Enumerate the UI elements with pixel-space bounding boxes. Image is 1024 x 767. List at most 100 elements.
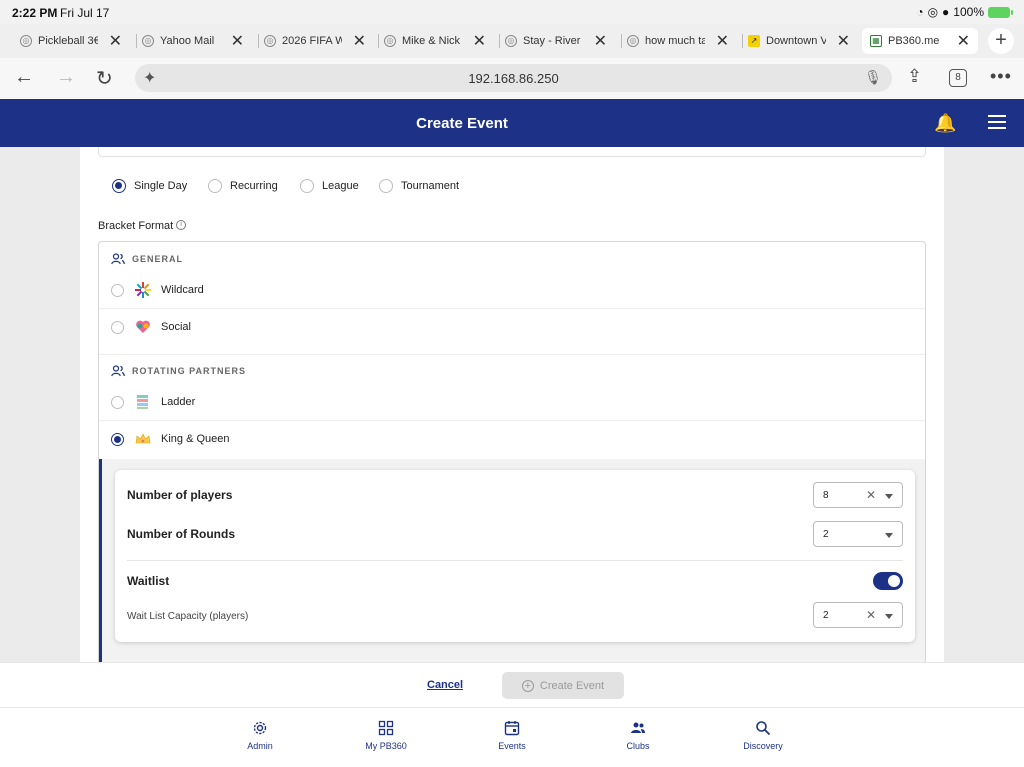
group-header-rotating-partners: ROTATING PARTNERS [111,365,246,377]
bracket-option-ladder[interactable]: Ladder [111,392,195,412]
nav-discovery[interactable]: Discovery [723,720,803,751]
browser-tab-active[interactable]: ▦ PB360.me ✕ [862,28,978,54]
new-tab-button[interactable]: + [988,28,1014,54]
battery-percent: 100% [953,5,984,19]
cancel-button[interactable]: Cancel [427,679,463,691]
tab-title: Downtown V [766,35,826,47]
people-icon [111,365,125,377]
event-type-label: Single Day [134,180,188,192]
bracket-format-text: Bracket Format [98,220,174,232]
globe-icon: ◎ [627,35,639,47]
browser-tab[interactable]: ◎ how much ta ✕ [621,28,729,54]
nav-admin[interactable]: Admin [220,720,300,751]
browser-tab[interactable]: ◎ 2026 FIFA W ✕ [258,28,366,54]
search-icon [756,721,771,736]
nav-label: Clubs [626,741,650,751]
globe-icon: ◎ [264,35,276,47]
option-label: Wildcard [161,284,204,296]
rounds-value: 2 [823,529,829,540]
tab-title: Stay - River [523,35,581,47]
forward-icon[interactable]: → [56,66,76,89]
bracket-option-king-queen[interactable]: King & Queen [111,429,230,449]
tab-title: Pickleball 3€ [38,35,98,47]
share-icon[interactable]: ⇪ [907,66,922,87]
browser-tab[interactable]: ◎ Pickleball 3€ ✕ [20,28,122,54]
microphone-icon[interactable]: 🎙 [864,69,882,86]
radio-selected[interactable] [111,432,124,446]
form-action-bar: Cancel + Create Event [0,662,1024,707]
radio-selected[interactable] [112,179,126,193]
radio[interactable] [111,320,124,334]
close-tab-icon[interactable]: ✕ [594,31,607,51]
waitlist-toggle[interactable] [873,572,903,590]
clear-icon[interactable]: ✕ [866,488,876,502]
chevron-down-icon[interactable] [885,533,893,538]
browser-tab[interactable]: ◎ Stay - River ✕ [499,28,607,54]
close-tab-icon[interactable]: ✕ [716,31,729,51]
nav-my-pb360[interactable]: My PB360 [346,720,426,751]
event-type-single-day[interactable]: Single Day [112,178,187,194]
chevron-down-icon[interactable] [885,614,893,619]
close-tab-icon[interactable]: ✕ [473,31,486,51]
reload-icon[interactable]: ↻ [96,66,113,91]
globe-icon: ◎ [384,35,396,47]
people-icon [631,722,645,733]
bracket-option-social[interactable]: Social [111,317,191,337]
radio[interactable] [300,179,314,193]
waitlist-label: Waitlist [127,574,170,588]
url-field[interactable]: ✦ 192.168.86.250 🎙 [135,64,892,92]
wildcard-icon [135,282,151,298]
status-date: Fri Jul 17 [60,6,110,20]
back-icon[interactable]: ← [14,66,34,89]
previous-field-box [98,147,926,157]
nav-label: Discovery [743,741,783,751]
arrow-icon: ↗ [748,35,760,47]
radio[interactable] [111,395,124,409]
people-icon [111,253,125,265]
close-tab-icon[interactable]: ✕ [353,31,366,51]
radio[interactable] [208,179,222,193]
plus-circle-icon: + [521,679,534,692]
status-right: ◔ ◎ ● 100% [916,5,1013,19]
nav-label: Events [498,741,526,751]
nav-events[interactable]: Events [472,720,552,751]
chevron-down-icon[interactable] [885,494,893,499]
more-icon[interactable]: ••• [990,66,1012,87]
info-icon[interactable]: i [176,220,187,230]
create-event-button[interactable]: + Create Event [502,672,624,699]
url-text: 192.168.86.250 [468,71,559,86]
tab-count-button[interactable]: 8 [949,69,967,87]
browser-tab-bar: ◎ Pickleball 3€ ✕ ◎ Yahoo Mail ✕ ◎ 2026 … [0,24,1024,58]
option-label: Social [161,321,191,333]
browser-tab[interactable]: ↗ Downtown V ✕ [742,28,850,54]
gear-icon [253,721,267,735]
bracket-option-wildcard[interactable]: Wildcard [111,280,204,300]
browser-tab[interactable]: ◎ Yahoo Mail ✕ [136,28,244,54]
option-label: Ladder [161,396,196,408]
rounds-select[interactable]: 2 [813,521,903,547]
players-select[interactable]: 8 ✕ [813,482,903,508]
close-tab-icon[interactable]: ✕ [957,31,970,51]
nav-clubs[interactable]: Clubs [598,720,678,751]
event-type-recurring[interactable]: Recurring [208,178,278,194]
tab-title: Mike & Nick [402,35,461,47]
settings-card: Number of players 8 ✕ Number of Rounds 2… [115,470,915,642]
browser-tab[interactable]: ◎ Mike & Nick ✕ [378,28,486,54]
close-tab-icon[interactable]: ✕ [837,31,850,51]
close-tab-icon[interactable]: ✕ [231,31,244,51]
event-type-tournament[interactable]: Tournament [379,178,459,194]
players-label: Number of players [127,488,233,502]
event-type-label: League [322,180,359,192]
event-type-league[interactable]: League [300,178,359,194]
waitlist-capacity-select[interactable]: 2 ✕ [813,602,903,628]
group-title: ROTATING PARTNERS [132,366,246,376]
person-icon: ● [942,5,950,19]
address-bar: ← → ↻ ✦ 192.168.86.250 🎙 ⇪ 8 ••• [0,58,1024,99]
bell-icon[interactable]: 🔔 [934,113,956,134]
radio[interactable] [111,283,124,297]
option-label: King & Queen [161,433,230,445]
close-tab-icon[interactable]: ✕ [109,31,122,51]
clear-icon[interactable]: ✕ [866,608,876,622]
hamburger-menu-icon[interactable] [988,115,1006,129]
radio[interactable] [379,179,393,193]
